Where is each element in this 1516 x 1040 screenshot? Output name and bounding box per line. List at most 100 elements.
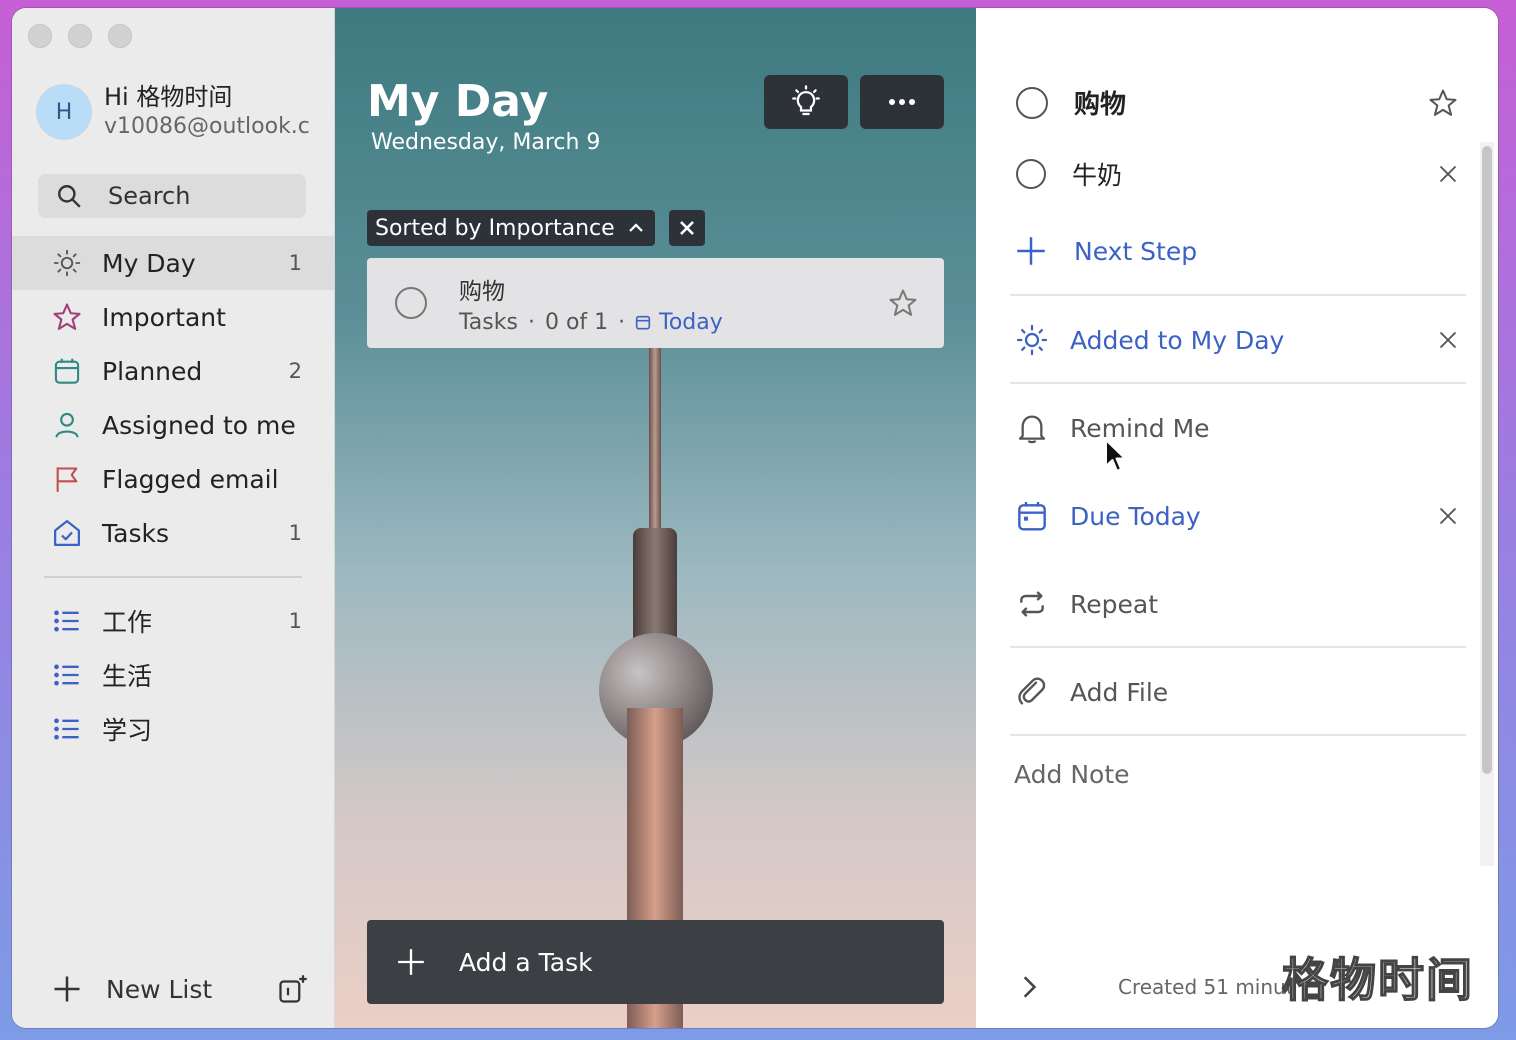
add-task-bar[interactable]: Add a Task (367, 920, 944, 1004)
step-row: 牛奶 (1016, 156, 1458, 192)
profile[interactable]: H Hi 格物时间 v10086@outlook.c (36, 82, 310, 142)
sidebar-item-flagged-email[interactable]: Flagged email (12, 452, 334, 506)
plus-icon[interactable] (52, 974, 82, 1004)
task-detail-pane: 购物 牛奶 Next Step Added to My Day Remind M… (976, 8, 1498, 1028)
sidebar-item-label: Planned (102, 356, 203, 386)
task-steps-count: 0 of 1 (544, 309, 609, 335)
person-icon (52, 410, 82, 440)
detail-task-title[interactable]: 购物 (1074, 84, 1428, 121)
sidebar-item-my-day[interactable]: My Day 1 (12, 236, 334, 290)
add-note-input[interactable]: Add Note (1014, 760, 1130, 789)
sidebar-item-planned[interactable]: Planned 2 (12, 344, 334, 398)
add-file-row[interactable]: Add File (1016, 676, 1458, 708)
task-complete-checkbox[interactable] (395, 287, 427, 319)
meta-separator: · (527, 309, 535, 335)
detail-divider (1010, 294, 1466, 296)
detail-divider (1010, 646, 1466, 648)
profile-name: Hi 格物时间 (104, 83, 233, 111)
clear-sort-button[interactable] (669, 210, 705, 246)
detail-scrollbar[interactable] (1480, 142, 1494, 866)
sun-icon (1016, 324, 1048, 356)
star-icon (52, 302, 82, 332)
lightbulb-icon (792, 85, 820, 116)
suggestions-button[interactable] (764, 75, 848, 129)
sidebar-item-label: 生活 (102, 662, 153, 691)
sidebar: H Hi 格物时间 v10086@outlook.c Search My Day… (12, 8, 335, 1028)
repeat-icon (1020, 591, 1044, 617)
minimize-window-button[interactable] (68, 24, 92, 48)
calendar-icon (636, 315, 651, 330)
app-window: H Hi 格物时间 v10086@outlook.c Search My Day… (12, 8, 1498, 1028)
sidebar-list-work[interactable]: 工作 1 (12, 594, 334, 648)
task-meta: Tasks · 0 of 1 · Today (459, 310, 723, 335)
importance-star-icon[interactable] (1428, 88, 1458, 118)
sidebar-list-life[interactable]: 生活 (12, 648, 334, 702)
sidebar-item-label: 学习 (102, 716, 153, 745)
sidebar-item-tasks[interactable]: Tasks 1 (12, 506, 334, 560)
zoom-window-button[interactable] (108, 24, 132, 48)
new-list-row: New List (52, 974, 308, 1004)
plus-icon (1017, 237, 1045, 265)
sidebar-item-label: Assigned to me (102, 410, 296, 440)
remind-label: Remind Me (1070, 413, 1210, 443)
page-title: My Day (367, 76, 549, 127)
background-tower (633, 528, 677, 648)
sidebar-item-label: Tasks (102, 518, 169, 548)
close-icon (680, 221, 694, 235)
step-title[interactable]: 牛奶 (1072, 156, 1438, 192)
list-icon (52, 714, 82, 744)
sort-indicator[interactable]: Sorted by Importance (367, 210, 655, 246)
sidebar-nav: My Day 1 Important Planned 2 Assigned to… (12, 236, 334, 756)
chevron-right-icon[interactable] (1016, 974, 1042, 1000)
sidebar-item-count: 1 (288, 609, 302, 633)
detail-divider (1010, 382, 1466, 384)
add-note-row[interactable]: Add Note (1014, 760, 1458, 789)
next-step-row[interactable]: Next Step (1016, 236, 1458, 266)
new-list-button[interactable]: New List (106, 975, 278, 1004)
sidebar-divider (44, 576, 302, 578)
task-item[interactable]: 购物 Tasks · 0 of 1 · Today (367, 258, 944, 348)
close-icon[interactable] (1438, 506, 1458, 526)
sort-label: Sorted by Importance (375, 215, 615, 241)
detail-complete-checkbox[interactable] (1016, 86, 1048, 119)
remind-row[interactable]: Remind Me (1016, 412, 1458, 444)
paperclip-icon (1018, 677, 1046, 705)
next-step-label: Next Step (1074, 236, 1198, 266)
list-icon (52, 606, 82, 636)
window-controls (28, 24, 132, 48)
close-icon[interactable] (1438, 330, 1458, 350)
bell-icon (1018, 415, 1046, 444)
sidebar-list-study[interactable]: 学习 (12, 702, 334, 756)
flag-icon (52, 464, 82, 494)
task-due-date: Today (635, 310, 723, 335)
search-box[interactable]: Search (38, 174, 306, 218)
calendar-icon (52, 356, 82, 386)
sidebar-item-count: 2 (288, 359, 302, 383)
detail-divider (1010, 734, 1466, 736)
sidebar-item-count: 1 (288, 251, 302, 275)
close-window-button[interactable] (28, 24, 52, 48)
sidebar-item-assigned[interactable]: Assigned to me (12, 398, 334, 452)
due-date-row[interactable]: Due Today (1016, 500, 1458, 532)
task-list-name: Tasks (459, 309, 518, 335)
new-group-icon[interactable] (278, 974, 308, 1004)
add-task-input[interactable]: Add a Task (459, 948, 593, 977)
plus-icon (398, 949, 424, 975)
sidebar-item-label: My Day (102, 248, 196, 278)
step-complete-checkbox[interactable] (1016, 159, 1046, 189)
my-day-row[interactable]: Added to My Day (1016, 324, 1458, 356)
repeat-row[interactable]: Repeat (1016, 588, 1458, 620)
list-icon (52, 660, 82, 690)
repeat-label: Repeat (1070, 589, 1159, 619)
more-icon (889, 99, 915, 105)
task-title: 购物 (459, 278, 505, 305)
add-file-label: Add File (1070, 677, 1169, 707)
detail-title-row: 购物 (1016, 84, 1458, 121)
close-icon[interactable] (1438, 164, 1458, 184)
created-timestamp: Created 51 minut (1118, 975, 1294, 999)
more-options-button[interactable] (860, 75, 944, 129)
importance-star-icon[interactable] (888, 288, 918, 318)
sidebar-item-important[interactable]: Important (12, 290, 334, 344)
scrollbar-thumb[interactable] (1482, 146, 1492, 774)
mouse-cursor-icon (1105, 439, 1126, 472)
